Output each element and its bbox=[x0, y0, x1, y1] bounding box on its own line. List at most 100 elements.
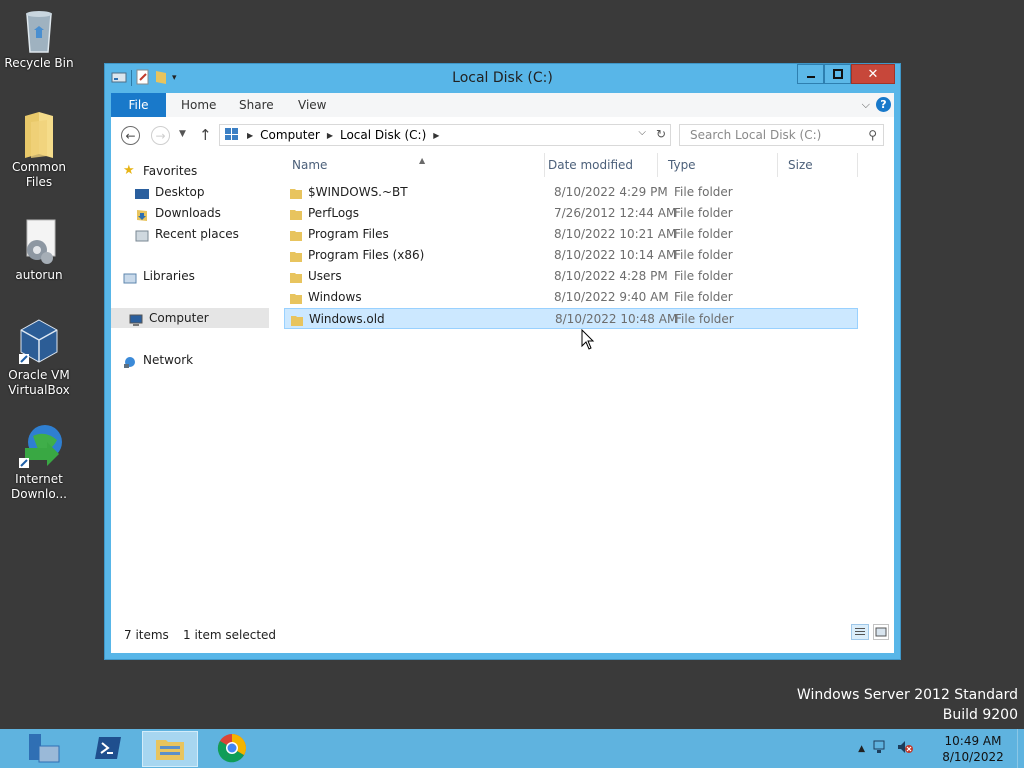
computer-location-icon bbox=[224, 127, 240, 144]
file-name: PerfLogs bbox=[308, 206, 360, 220]
os-watermark: Windows Server 2012 Standard Build 9200 bbox=[797, 685, 1018, 725]
nav-favorites[interactable]: ★ Favorites bbox=[123, 161, 197, 181]
star-icon: ★ bbox=[123, 163, 135, 178]
refresh-icon[interactable]: ↻ bbox=[656, 127, 666, 141]
powershell-icon bbox=[93, 735, 123, 764]
network-icon bbox=[123, 354, 137, 368]
file-row[interactable]: Windows 8/10/2022 9:40 AM File folder bbox=[284, 287, 858, 308]
breadcrumb-arrow[interactable]: ▶ bbox=[327, 131, 333, 140]
file-row[interactable]: Users 8/10/2022 4:28 PM File folder bbox=[284, 266, 858, 287]
recent-locations-dropdown[interactable]: ▼ bbox=[179, 129, 186, 139]
file-row[interactable]: Program Files 8/10/2022 10:21 AM File fo… bbox=[284, 224, 858, 245]
taskbar: ▲ 10:49 AM 8/10/2022 bbox=[0, 729, 1024, 768]
file-date: 8/10/2022 10:14 AM bbox=[554, 248, 677, 262]
search-icon[interactable]: ⚲ bbox=[868, 125, 877, 145]
desktop-icon-recycle-bin[interactable]: Recycle Bin bbox=[4, 6, 74, 71]
file-row-selected[interactable]: Windows.old 8/10/2022 10:48 AM File fold… bbox=[284, 308, 858, 329]
column-header-name[interactable]: Name ▲ bbox=[282, 153, 545, 177]
details-view-button[interactable] bbox=[851, 624, 869, 640]
minimize-button[interactable] bbox=[797, 64, 824, 84]
desktop-icon-label: Common Files bbox=[11, 160, 67, 189]
file-row[interactable]: $WINDOWS.~BT 8/10/2022 4:29 PM File fold… bbox=[284, 182, 858, 203]
file-explorer-window: ▾ Local Disk (C:) ✕ File Home Share View… bbox=[104, 63, 901, 660]
nav-label: Desktop bbox=[155, 185, 205, 199]
taskbar-server-manager[interactable] bbox=[16, 731, 72, 767]
nav-desktop[interactable]: Desktop bbox=[135, 182, 205, 202]
desktop-icon-label: Internet Downlo... bbox=[11, 472, 67, 501]
watermark-line-1: Windows Server 2012 Standard bbox=[796, 687, 1018, 703]
address-history-chevron-icon[interactable]: ⌵ bbox=[638, 127, 646, 141]
desktop-icon-internet-download-manager[interactable]: Internet Downlo... bbox=[4, 422, 74, 502]
file-row[interactable]: PerfLogs 7/26/2012 12:44 AM File folder bbox=[284, 203, 858, 224]
file-explorer-icon bbox=[154, 734, 186, 765]
expand-ribbon-icon[interactable]: ⌵ bbox=[862, 98, 870, 112]
show-desktop-button[interactable] bbox=[1017, 729, 1024, 768]
clock[interactable]: 10:49 AM 8/10/2022 bbox=[933, 733, 1013, 765]
selection-count: 1 item selected bbox=[183, 628, 277, 642]
file-list: Name ▲ Date modified Type Size $WINDOWS.… bbox=[276, 153, 870, 613]
taskbar-powershell[interactable] bbox=[80, 731, 136, 767]
downloads-icon bbox=[135, 207, 149, 221]
nav-label: Network bbox=[143, 353, 194, 367]
nav-network[interactable]: Network bbox=[123, 350, 193, 370]
search-placeholder: Search Local Disk (C:) bbox=[690, 128, 822, 142]
taskbar-chrome[interactable] bbox=[204, 731, 260, 767]
file-name: Windows.old bbox=[309, 312, 385, 326]
desktop-icon-label: Oracle VM VirtualBox bbox=[8, 368, 70, 397]
search-input[interactable]: Search Local Disk (C:) ⚲ bbox=[679, 124, 884, 146]
nav-libraries[interactable]: Libraries bbox=[123, 266, 195, 286]
recent-places-icon bbox=[135, 228, 149, 242]
recycle-bin-icon bbox=[17, 6, 61, 53]
nav-recent-places[interactable]: Recent places bbox=[135, 224, 239, 244]
tab-home[interactable]: Home bbox=[181, 93, 216, 117]
column-label: Name bbox=[292, 158, 328, 172]
taskbar-file-explorer[interactable] bbox=[142, 731, 198, 767]
explorer-client-area: ← → ▼ ↑ ▶ Computer ▶ Local Disk (C:) ▶ ⌵… bbox=[111, 117, 894, 653]
breadcrumb-local-disk[interactable]: Local Disk (C:) bbox=[340, 128, 426, 142]
system-tray: ▲ 10:49 AM 8/10/2022 bbox=[858, 729, 1024, 768]
nav-computer[interactable]: Computer bbox=[111, 308, 269, 328]
back-button[interactable]: ← bbox=[121, 126, 140, 145]
breadcrumb-arrow[interactable]: ▶ bbox=[247, 131, 253, 140]
computer-icon bbox=[129, 312, 143, 326]
file-date: 8/10/2022 10:21 AM bbox=[554, 227, 677, 241]
desktop-icon-virtualbox[interactable]: Oracle VM VirtualBox bbox=[4, 318, 74, 398]
help-icon[interactable]: ? bbox=[876, 97, 891, 112]
close-button[interactable]: ✕ bbox=[851, 64, 895, 84]
large-icons-view-button[interactable] bbox=[873, 624, 889, 640]
network-status-icon[interactable] bbox=[873, 740, 889, 757]
title-bar[interactable]: ▾ Local Disk (C:) ✕ bbox=[105, 64, 900, 92]
folder-icon bbox=[290, 313, 304, 334]
file-name: $WINDOWS.~BT bbox=[308, 185, 408, 199]
file-date: 7/26/2012 12:44 AM bbox=[554, 206, 677, 220]
column-header-date-modified[interactable]: Date modified bbox=[538, 153, 658, 177]
settings-file-icon bbox=[17, 218, 61, 264]
column-header-size[interactable]: Size bbox=[778, 153, 858, 177]
nav-downloads[interactable]: Downloads bbox=[135, 203, 221, 223]
nav-label: Favorites bbox=[143, 164, 198, 178]
forward-button[interactable]: → bbox=[151, 126, 170, 145]
file-name: Program Files bbox=[308, 227, 389, 241]
ribbon-tabs: File Home Share View ⌵ ? bbox=[111, 93, 894, 117]
window-title: Local Disk (C:) bbox=[452, 70, 553, 86]
tab-share[interactable]: Share bbox=[239, 93, 274, 117]
folder-icon bbox=[17, 110, 61, 158]
tab-view[interactable]: View bbox=[298, 93, 326, 117]
maximize-button[interactable] bbox=[824, 64, 851, 84]
desktop-icon-autorun[interactable]: autorun bbox=[4, 218, 74, 283]
watermark-line-2: Build 9200 bbox=[942, 707, 1018, 723]
tab-file[interactable]: File bbox=[111, 93, 166, 117]
clock-date: 8/10/2022 bbox=[942, 749, 1004, 764]
breadcrumb-computer[interactable]: Computer bbox=[260, 128, 320, 142]
desktop-icon-common-files[interactable]: Common Files bbox=[4, 110, 74, 190]
nav-label: Libraries bbox=[143, 269, 195, 283]
breadcrumb-arrow[interactable]: ▶ bbox=[433, 131, 439, 140]
show-hidden-icons-icon[interactable]: ▲ bbox=[858, 744, 865, 754]
address-bar[interactable]: ▶ Computer ▶ Local Disk (C:) ▶ ⌵ ↻ bbox=[219, 124, 671, 146]
up-button[interactable]: ↑ bbox=[199, 126, 212, 144]
file-date: 8/10/2022 9:40 AM bbox=[554, 290, 669, 304]
volume-muted-icon[interactable] bbox=[897, 740, 913, 757]
nav-label: Recent places bbox=[155, 227, 239, 241]
file-row[interactable]: Program Files (x86) 8/10/2022 10:14 AM F… bbox=[284, 245, 858, 266]
column-header-type[interactable]: Type bbox=[658, 153, 778, 177]
